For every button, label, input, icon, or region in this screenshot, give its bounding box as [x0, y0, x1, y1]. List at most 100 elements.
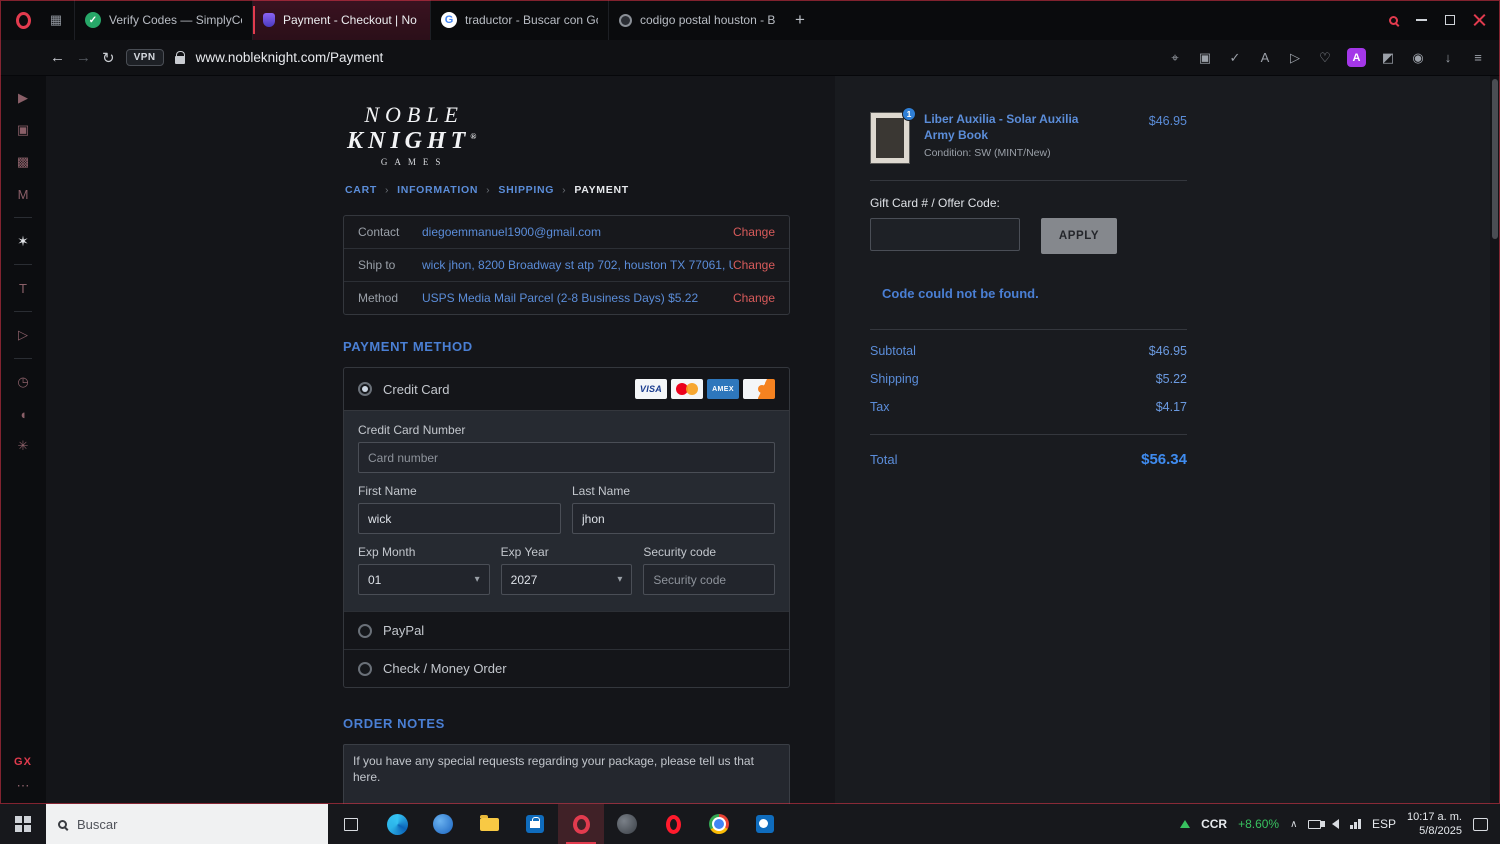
tab-traductor[interactable]: G traductor - Buscar con Go	[430, 0, 608, 40]
speed-dial-icon[interactable]: ▶	[0, 82, 46, 114]
item-title-link[interactable]: Liber Auxilia - Solar Auxilia Army Book	[924, 112, 1102, 143]
notification-center-icon[interactable]	[1473, 817, 1488, 831]
exp-month-select[interactable]: 01 ▾	[358, 564, 490, 595]
start-button[interactable]	[0, 804, 46, 844]
change-method-link[interactable]: Change	[733, 291, 775, 305]
new-tab-button[interactable]: +	[786, 6, 814, 34]
keyboard-language[interactable]: ESP	[1372, 817, 1396, 831]
maximize-button[interactable]	[1445, 15, 1455, 25]
settings-icon[interactable]: ✳	[0, 430, 46, 462]
lock-icon[interactable]	[174, 50, 186, 64]
security-code-input[interactable]	[643, 564, 776, 595]
ticker-change[interactable]: +8.60%	[1238, 817, 1279, 831]
tab-title: codigo postal houston - B	[640, 13, 776, 27]
address-bar: ← → ↻ VPN www.nobleknight.com/Payment ⌖ …	[0, 40, 1500, 76]
gift-card-input[interactable]	[870, 218, 1020, 251]
first-name-input[interactable]	[358, 503, 561, 534]
tab-verify-codes[interactable]: ✓ Verify Codes — SimplyCo	[74, 0, 252, 40]
sidebar-more-icon[interactable]: ⋯	[17, 778, 30, 794]
close-button[interactable]	[1473, 14, 1486, 27]
taskbar-chrome[interactable]	[696, 804, 742, 844]
exp-month-label: Exp Month	[358, 545, 416, 559]
send-to-device-icon[interactable]: ▷	[1287, 50, 1303, 66]
clock[interactable]: 10:17 a. m. 5/8/2025	[1407, 810, 1462, 839]
taskbar-opera-gx-active[interactable]	[558, 804, 604, 844]
order-notes-textarea[interactable]	[343, 744, 790, 804]
player-icon[interactable]: ▷	[0, 319, 46, 351]
discord-icon[interactable]: ◖	[0, 398, 46, 430]
taskbar-opera[interactable]	[650, 804, 696, 844]
speaker-icon[interactable]	[1321, 819, 1340, 829]
wifi-icon[interactable]	[1350, 819, 1361, 829]
scrollbar-thumb[interactable]	[1492, 79, 1498, 239]
breadcrumb-information[interactable]: INFORMATION	[397, 184, 478, 196]
minimize-button[interactable]	[1416, 19, 1427, 21]
tax-value: $4.17	[1155, 400, 1187, 414]
taskbar-search[interactable]	[46, 804, 328, 844]
mods-icon[interactable]: ▩	[0, 146, 46, 178]
taskbar-edge[interactable]	[374, 804, 420, 844]
url-text[interactable]: www.nobleknight.com/Payment	[196, 50, 384, 65]
package-icon[interactable]: ▣	[0, 114, 46, 146]
address-bar-actions: ⌖ ▣ ✓ A ▷ ♡ A ◩ ◉ ↓ ≡	[1167, 48, 1486, 67]
exp-year-select[interactable]: 2027 ▾	[500, 564, 633, 595]
gx-store-label[interactable]: GX	[14, 756, 32, 768]
exp-year-label: Exp Year	[500, 545, 549, 559]
back-icon[interactable]: ←	[50, 49, 65, 66]
favorites-heart-icon[interactable]: ♡	[1317, 50, 1333, 66]
ticker-symbol[interactable]: CCR	[1201, 817, 1227, 831]
taskbar-browser-app[interactable]	[420, 804, 466, 844]
breadcrumb-shipping[interactable]: SHIPPING	[498, 184, 554, 196]
breadcrumb: CART › INFORMATION › SHIPPING › PAYMENT	[345, 184, 790, 196]
breadcrumb-cart[interactable]: CART	[345, 184, 377, 196]
credit-card-option[interactable]: Credit Card VISA AMEX	[344, 368, 789, 410]
tab-search-icon[interactable]	[1389, 15, 1398, 25]
apply-button[interactable]: APPLY	[1041, 218, 1117, 254]
forward-icon[interactable]: →	[76, 49, 91, 66]
tab-payment-checkout[interactable]: Payment - Checkout | No	[252, 0, 430, 40]
taskbar-outlook[interactable]	[742, 804, 788, 844]
task-view-button[interactable]	[328, 804, 374, 844]
page-scrollbar[interactable]	[1490, 76, 1500, 804]
translate-icon[interactable]: A	[1257, 50, 1273, 65]
tab-codigo-postal[interactable]: codigo postal houston - B	[608, 0, 786, 40]
taskbar-explorer[interactable]	[466, 804, 512, 844]
pin-icon[interactable]: ⌖	[1167, 50, 1183, 66]
card-number-input[interactable]	[358, 442, 775, 473]
check-money-order-option[interactable]: Check / Money Order	[344, 649, 789, 687]
bookmark-icon[interactable]: ✓	[1227, 50, 1243, 66]
twitch-icon[interactable]: T	[0, 272, 46, 304]
account-icon[interactable]: ◉	[1410, 50, 1426, 66]
vpn-badge[interactable]: VPN	[125, 49, 164, 66]
search-input[interactable]	[77, 816, 277, 832]
opera-gx-menu-icon[interactable]	[10, 7, 36, 33]
taskbar-app-gray[interactable]	[604, 804, 650, 844]
downloads-icon[interactable]: ↓	[1440, 50, 1456, 65]
menu-icon[interactable]: ≡	[1470, 50, 1486, 65]
subtotal-row: Subtotal $46.95	[870, 344, 1187, 358]
last-name-input[interactable]	[572, 503, 775, 534]
credit-card-label: Credit Card	[383, 381, 450, 397]
display-tray-icon[interactable]	[1308, 819, 1322, 829]
paypal-option[interactable]: PayPal	[344, 611, 789, 649]
reload-icon[interactable]: ↻	[102, 49, 115, 67]
date-text: 5/8/2025	[1419, 825, 1462, 837]
check-radio[interactable]	[358, 661, 372, 676]
extensions-icon[interactable]: ◩	[1380, 50, 1396, 66]
credit-card-radio[interactable]	[358, 382, 372, 396]
info-row-ship-to: Ship to wick jhon, 8200 Broadway st atp …	[344, 249, 789, 282]
snapshot-icon[interactable]: ▣	[1197, 50, 1213, 66]
tray-expand-icon[interactable]: ∧	[1290, 819, 1297, 830]
workspace-icon[interactable]: ▦	[44, 8, 68, 32]
security-code-label: Security code	[643, 545, 717, 559]
item-thumbnail: 1	[870, 107, 916, 164]
hot-tabs-icon[interactable]: ✶	[0, 225, 46, 257]
paypal-radio[interactable]	[358, 623, 372, 638]
change-contact-link[interactable]: Change	[733, 225, 775, 239]
change-shipto-link[interactable]: Change	[733, 258, 775, 272]
history-icon[interactable]: ◷	[0, 366, 46, 398]
profile-avatar[interactable]: A	[1347, 48, 1366, 67]
messenger-icon[interactable]: M	[0, 178, 46, 210]
taskbar-store[interactable]	[512, 804, 558, 844]
summary-divider	[870, 329, 1187, 330]
